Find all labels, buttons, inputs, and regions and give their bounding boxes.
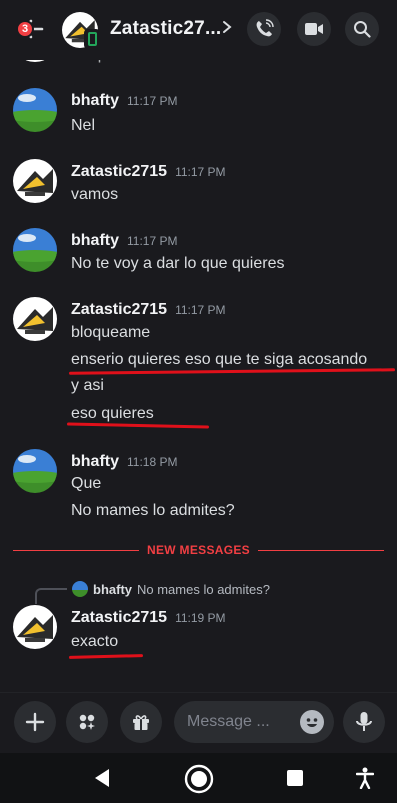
message-text: No te voy a dar lo que quieres <box>71 255 285 272</box>
avatar[interactable] <box>13 159 57 203</box>
message-text: Que <box>71 475 102 492</box>
sparkle-apps-icon <box>79 714 95 730</box>
new-messages-divider: NEW MESSAGES <box>0 543 397 557</box>
red-underline <box>68 654 144 659</box>
red-underline <box>68 368 396 375</box>
chat-header: 3 Zatastic27... <box>0 0 397 60</box>
avatar-image <box>13 605 57 649</box>
channel-name[interactable]: Zatastic27... <box>110 18 221 40</box>
username[interactable]: Zatastic2715 11:17 PM <box>71 163 226 181</box>
voice-message-button[interactable] <box>343 701 385 743</box>
message-text: No mames lo admites? <box>71 502 235 519</box>
gift-button[interactable] <box>120 701 162 743</box>
unread-badge: 3 <box>16 20 34 38</box>
nav-home-button[interactable] <box>184 764 214 799</box>
reply-preview[interactable]: No mames lo admites? <box>137 582 270 597</box>
avatar[interactable] <box>13 88 57 132</box>
square-recents-icon <box>287 770 303 786</box>
avatar-image <box>13 449 57 493</box>
reply-username[interactable]: bhafty <box>93 582 132 597</box>
timestamp: 11:17 PM <box>175 165 226 179</box>
avatar[interactable] <box>13 449 57 493</box>
username-text: Zatastic2715 <box>71 163 168 180</box>
microphone-icon <box>356 712 372 731</box>
divider-label: NEW MESSAGES <box>139 543 258 557</box>
username[interactable]: Zatastic2715 11:17 PM <box>71 301 226 319</box>
video-camera-icon <box>305 23 323 35</box>
message-text: eso quieres <box>71 405 154 422</box>
timestamp: 11:17 PM <box>127 94 178 108</box>
apps-button[interactable] <box>66 701 108 743</box>
message-text: enserio quieres eso que te siga acosando <box>71 351 368 368</box>
nav-recents-button[interactable] <box>286 769 304 792</box>
timestamp: 11:17 PM <box>175 303 226 317</box>
mobile-status-icon <box>84 29 100 49</box>
message-text: exacto <box>71 633 119 650</box>
username-text: bhafty <box>71 92 119 109</box>
reply-avatar <box>72 581 88 597</box>
message-text: Nel <box>71 117 96 134</box>
timestamp: 11:17 PM <box>127 234 178 248</box>
timestamp: 11:19 PM <box>175 611 226 625</box>
message-input[interactable]: Message ... <box>174 701 334 743</box>
message-text: y asi <box>71 377 104 394</box>
chevron-right-icon[interactable] <box>222 20 232 39</box>
username[interactable]: Zatastic2715 11:19 PM <box>71 609 226 627</box>
message-text: vamos <box>71 186 119 203</box>
plus-icon <box>25 712 45 732</box>
timestamp: 11:18 PM <box>127 455 178 469</box>
avatar-image <box>13 228 57 272</box>
video-call-button[interactable] <box>297 12 331 46</box>
add-attachment-button[interactable] <box>14 701 56 743</box>
search-icon <box>354 21 371 38</box>
username-text: Zatastic2715 <box>71 609 168 626</box>
username[interactable]: bhafty 11:18 PM <box>71 453 177 471</box>
username-text: Zatastic2715 <box>71 301 168 318</box>
accessibility-button[interactable] <box>355 767 375 794</box>
avatar-image <box>13 297 57 341</box>
search-button[interactable] <box>345 12 379 46</box>
username-text: bhafty <box>71 232 119 249</box>
message-text: bloqueame <box>71 324 151 341</box>
emoji-icon[interactable] <box>300 710 324 734</box>
system-nav-bar <box>0 753 397 803</box>
triangle-back-icon <box>95 769 109 787</box>
gift-icon <box>133 715 149 730</box>
composer-bar: Message ... <box>0 692 397 750</box>
avatar[interactable] <box>13 228 57 272</box>
nav-back-button[interactable] <box>93 768 111 793</box>
accessibility-icon <box>355 767 375 790</box>
reply-connector <box>35 588 67 604</box>
red-underline <box>66 422 210 429</box>
avatar[interactable] <box>13 297 57 341</box>
voice-call-button[interactable] <box>247 12 281 46</box>
circle-home-icon <box>184 764 214 794</box>
username[interactable]: bhafty 11:17 PM <box>71 92 177 110</box>
avatar[interactable] <box>13 605 57 649</box>
username-text: bhafty <box>71 453 119 470</box>
avatar-image <box>13 88 57 132</box>
avatar-image <box>13 159 57 203</box>
username[interactable]: bhafty 11:17 PM <box>71 232 177 250</box>
phone-call-icon <box>256 19 274 37</box>
message-placeholder: Message ... <box>187 713 270 730</box>
